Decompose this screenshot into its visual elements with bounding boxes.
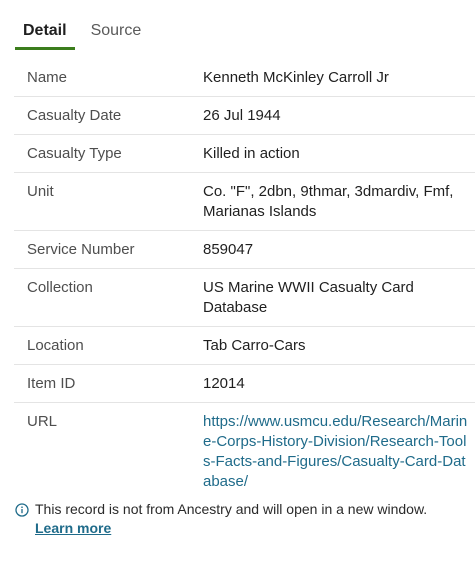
detail-row-location: Location Tab Carro-Cars	[14, 327, 475, 365]
field-label: Name	[27, 69, 68, 86]
tab-detail[interactable]: Detail	[15, 14, 75, 50]
detail-row-item-id: Item ID 12014	[14, 365, 475, 403]
notice-body: This record is not from Ancestry and wil…	[35, 500, 427, 538]
field-label: Casualty Date	[27, 107, 122, 124]
info-icon	[15, 503, 29, 517]
detail-row-unit: Unit Co. "F", 2dbn, 9thmar, 3dmardiv, Fm…	[14, 173, 475, 231]
source-url-link[interactable]: https://www.usmcu.edu/Research/Marine-Co…	[203, 412, 469, 492]
field-label: Casualty Type	[27, 145, 122, 162]
field-label: Unit	[27, 183, 54, 200]
external-record-notice: This record is not from Ancestry and wil…	[15, 500, 465, 538]
field-label: Location	[27, 337, 84, 354]
detail-row-name: Name Kenneth McKinley Carroll Jr	[14, 59, 475, 97]
field-value: 26 Jul 1944	[203, 107, 281, 124]
record-details-table: Name Kenneth McKinley Carroll Jr Casualt…	[14, 59, 475, 500]
detail-row-casualty-type: Casualty Type Killed in action	[14, 135, 475, 173]
field-value: US Marine WWII Casualty Card Database	[203, 279, 414, 316]
field-label: Service Number	[27, 241, 135, 258]
tab-bar: Detail Source	[15, 14, 141, 50]
detail-row-casualty-date: Casualty Date 26 Jul 1944	[14, 97, 475, 135]
detail-row-collection: Collection US Marine WWII Casualty Card …	[14, 269, 475, 327]
field-value: 859047	[203, 241, 254, 258]
field-value: Kenneth McKinley Carroll Jr	[203, 69, 389, 86]
field-value: Co. "F", 2dbn, 9thmar, 3dmardiv, Fmf, Ma…	[203, 183, 454, 220]
tab-source[interactable]: Source	[91, 14, 142, 50]
field-value: 12014	[203, 375, 245, 392]
field-value: Tab Carro-Cars	[203, 337, 306, 354]
field-label: Item ID	[27, 375, 76, 392]
notice-text: This record is not from Ancestry and wil…	[35, 501, 428, 517]
detail-row-service-number: Service Number 859047	[14, 231, 475, 269]
field-label: Collection	[27, 279, 93, 296]
field-value: Killed in action	[203, 145, 300, 162]
field-label: URL	[27, 413, 58, 430]
detail-row-url: URL https://www.usmcu.edu/Research/Marin…	[14, 403, 475, 500]
learn-more-link[interactable]: Learn more	[35, 519, 111, 538]
